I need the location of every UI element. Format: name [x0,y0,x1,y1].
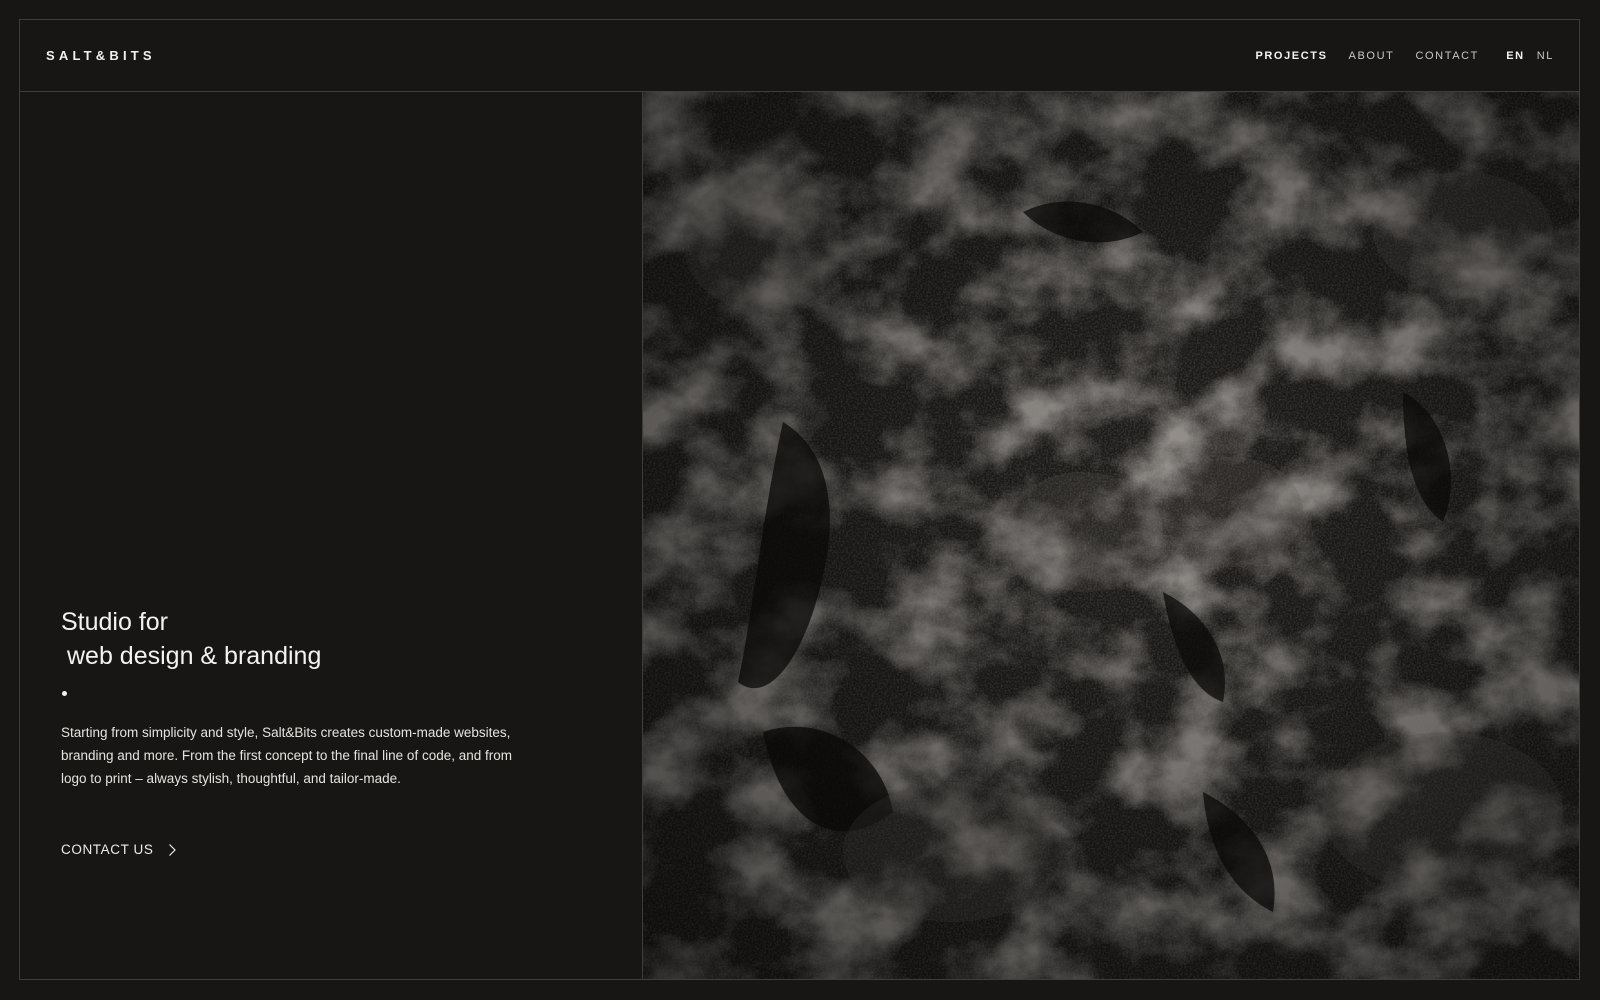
lang-en[interactable]: EN [1506,50,1524,62]
page-frame: SALT&BITS PROJECTS ABOUT CONTACT EN NL S… [19,19,1580,980]
chevron-right-icon [168,843,176,856]
nav-projects[interactable]: PROJECTS [1255,50,1327,62]
site-header: SALT&BITS PROJECTS ABOUT CONTACT EN NL [20,20,1579,92]
language-switcher: EN NL [1506,50,1554,62]
headline-line-2: web design & branding [67,642,322,670]
rock-texture-illustration [643,92,1579,979]
main-nav: PROJECTS ABOUT CONTACT [1255,50,1479,62]
nav-contact[interactable]: CONTACT [1415,50,1479,62]
lang-nl[interactable]: NL [1537,50,1554,62]
rock-texture-image [642,92,1579,979]
contact-us-label: CONTACT US [61,842,154,857]
nav-about[interactable]: ABOUT [1349,50,1395,62]
intro-paragraph: Starting from simplicity and style, Salt… [61,725,512,786]
headline-line-1: Studio for [61,608,169,636]
bullet-dot [62,691,67,696]
contact-us-link[interactable]: CONTACT US [61,842,177,857]
hero-headline: Studio for web design & branding [61,605,321,673]
site-logo[interactable]: SALT&BITS [46,48,156,63]
